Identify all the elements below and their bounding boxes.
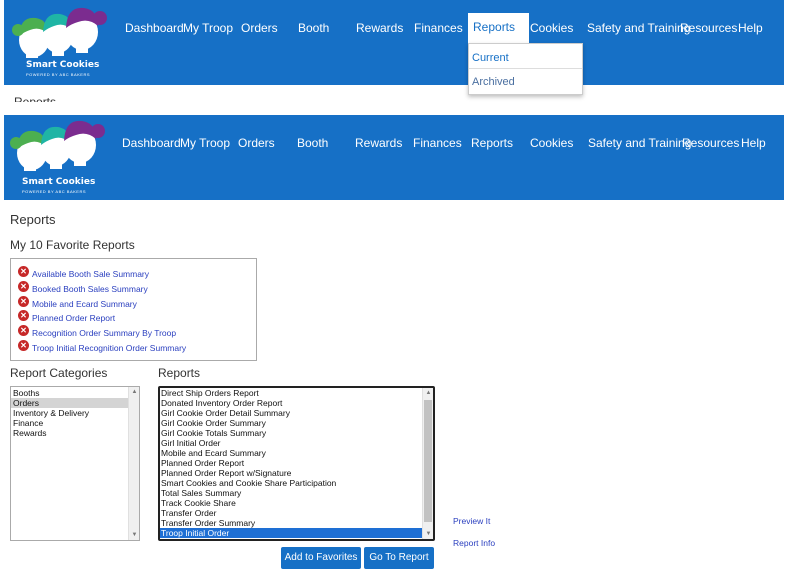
report-option-selected[interactable]: Troop Initial Order xyxy=(160,528,424,538)
logo-text: Smart Cookies xyxy=(22,177,96,187)
report-option[interactable]: Transfer Order xyxy=(160,508,424,518)
nav-my-troop[interactable]: My Troop xyxy=(183,21,233,35)
scroll-up-arrow-icon[interactable]: ▲ xyxy=(129,387,139,397)
scroll-down-arrow-icon[interactable]: ▼ xyxy=(423,529,433,539)
nav-rewards[interactable]: Rewards xyxy=(355,136,402,150)
favorite-link[interactable]: Booked Booth Sales Summary xyxy=(32,284,148,294)
favorite-link[interactable]: Planned Order Report xyxy=(32,313,115,323)
reports-label: Reports xyxy=(158,366,201,380)
nav-resources[interactable]: Resources xyxy=(680,21,737,35)
favorite-link[interactable]: Available Booth Sale Summary xyxy=(32,269,149,279)
report-option[interactable]: Smart Cookies and Cookie Share Participa… xyxy=(160,478,424,488)
remove-favorite-icon[interactable]: ✕ xyxy=(18,310,29,321)
favorite-link[interactable]: Troop Initial Recognition Order Summary xyxy=(32,343,186,353)
nav-finances[interactable]: Finances xyxy=(414,21,463,35)
report-option[interactable]: Mobile and Ecard Summary xyxy=(160,448,424,458)
favorites-title: My 10 Favorite Reports xyxy=(10,238,135,252)
nav-cookies[interactable]: Cookies xyxy=(530,21,573,35)
categories-scrollbar[interactable]: ▲ ▼ xyxy=(128,387,139,540)
scrollbar-thumb[interactable] xyxy=(424,400,432,522)
nav-help[interactable]: Help xyxy=(741,136,766,150)
report-info-link[interactable]: Report Info xyxy=(453,538,495,548)
category-option[interactable]: Inventory & Delivery xyxy=(11,408,128,418)
remove-favorite-icon[interactable]: ✕ xyxy=(18,281,29,292)
reports-listbox[interactable]: Direct Ship Orders Report Donated Invent… xyxy=(158,386,435,541)
clipped-page-title: Reports xyxy=(14,96,56,102)
category-option[interactable]: Booths xyxy=(11,388,128,398)
nav-dashboard[interactable]: Dashboard xyxy=(125,21,184,35)
report-option[interactable]: Planned Order Report w/Signature xyxy=(160,468,424,478)
top-navbar: Smart Cookies POWERED BY ABC BAKERS Dash… xyxy=(4,0,784,85)
nav-dashboard[interactable]: Dashboard xyxy=(122,136,181,150)
reports-scrollbar[interactable]: ▲ ▼ xyxy=(422,388,433,539)
scroll-down-arrow-icon[interactable]: ▼ xyxy=(129,530,139,540)
report-option[interactable]: Transfer Order Summary xyxy=(160,518,424,528)
favorite-link[interactable]: Recognition Order Summary By Troop xyxy=(32,328,176,338)
remove-favorite-icon[interactable]: ✕ xyxy=(18,266,29,277)
nav-help[interactable]: Help xyxy=(738,21,763,35)
nav-booth[interactable]: Booth xyxy=(297,136,328,150)
category-option[interactable]: Rewards xyxy=(11,428,128,438)
category-option[interactable]: Finance xyxy=(11,418,128,428)
report-option[interactable]: Girl Cookie Order Summary xyxy=(160,418,424,428)
report-option[interactable]: Girl Cookie Totals Summary xyxy=(160,428,424,438)
logo-subtext: POWERED BY ABC BAKERS xyxy=(22,189,86,194)
nav-orders[interactable]: Orders xyxy=(241,21,278,35)
nav-reports[interactable]: Reports xyxy=(468,13,530,44)
page-title: Reports xyxy=(10,212,56,227)
remove-favorite-icon[interactable]: ✕ xyxy=(18,340,29,351)
nav-my-troop[interactable]: My Troop xyxy=(180,136,230,150)
nav-safety-training[interactable]: Safety and Training xyxy=(587,21,690,35)
remove-favorite-icon[interactable]: ✕ xyxy=(18,325,29,336)
menu-item-current[interactable]: Current xyxy=(472,52,509,64)
logo-subtext: POWERED BY ABC BAKERS xyxy=(26,72,90,77)
menu-divider xyxy=(469,68,582,69)
nav-rewards[interactable]: Rewards xyxy=(356,21,403,35)
smart-cookies-logo[interactable]: Smart Cookies POWERED BY ABC BAKERS xyxy=(10,117,118,197)
nav-reports[interactable]: Reports xyxy=(471,136,513,150)
favorite-link[interactable]: Mobile and Ecard Summary xyxy=(32,299,137,309)
add-to-favorites-button[interactable]: Add to Favorites xyxy=(281,547,361,569)
go-to-report-button[interactable]: Go To Report xyxy=(364,547,434,569)
category-option-selected[interactable]: Orders xyxy=(11,398,128,408)
report-option[interactable]: Girl Initial Order xyxy=(160,438,424,448)
report-option[interactable]: Planned Order Report xyxy=(160,458,424,468)
favorites-list: ✕ Available Booth Sale Summary ✕ Booked … xyxy=(10,258,257,361)
scroll-up-arrow-icon[interactable]: ▲ xyxy=(423,388,433,398)
nav-finances[interactable]: Finances xyxy=(413,136,462,150)
nav-safety-training[interactable]: Safety and Training xyxy=(588,136,691,150)
smart-cookies-logo[interactable]: Smart Cookies POWERED BY ABC BAKERS xyxy=(10,2,118,82)
report-option[interactable]: Direct Ship Orders Report xyxy=(160,388,424,398)
nav-resources[interactable]: Resources xyxy=(682,136,739,150)
logo-text: Smart Cookies xyxy=(26,60,100,70)
remove-favorite-icon[interactable]: ✕ xyxy=(18,296,29,307)
nav-booth[interactable]: Booth xyxy=(298,21,329,35)
main-navbar: Smart Cookies POWERED BY ABC BAKERS Dash… xyxy=(4,115,784,200)
report-option[interactable]: Total Sales Summary xyxy=(160,488,424,498)
report-option[interactable]: Donated Inventory Order Report xyxy=(160,398,424,408)
report-categories-label: Report Categories xyxy=(10,366,108,380)
nav-orders[interactable]: Orders xyxy=(238,136,275,150)
menu-item-archived[interactable]: Archived xyxy=(472,76,515,88)
preview-it-link[interactable]: Preview It xyxy=(453,516,490,526)
reports-dropdown-menu: Current Archived xyxy=(468,43,583,95)
report-categories-listbox[interactable]: Booths Orders Inventory & Delivery Finan… xyxy=(10,386,140,541)
nav-cookies[interactable]: Cookies xyxy=(530,136,573,150)
cookie-girls-logo-icon xyxy=(12,7,107,58)
report-option[interactable]: Girl Cookie Order Detail Summary xyxy=(160,408,424,418)
report-option[interactable]: Track Cookie Share xyxy=(160,498,424,508)
